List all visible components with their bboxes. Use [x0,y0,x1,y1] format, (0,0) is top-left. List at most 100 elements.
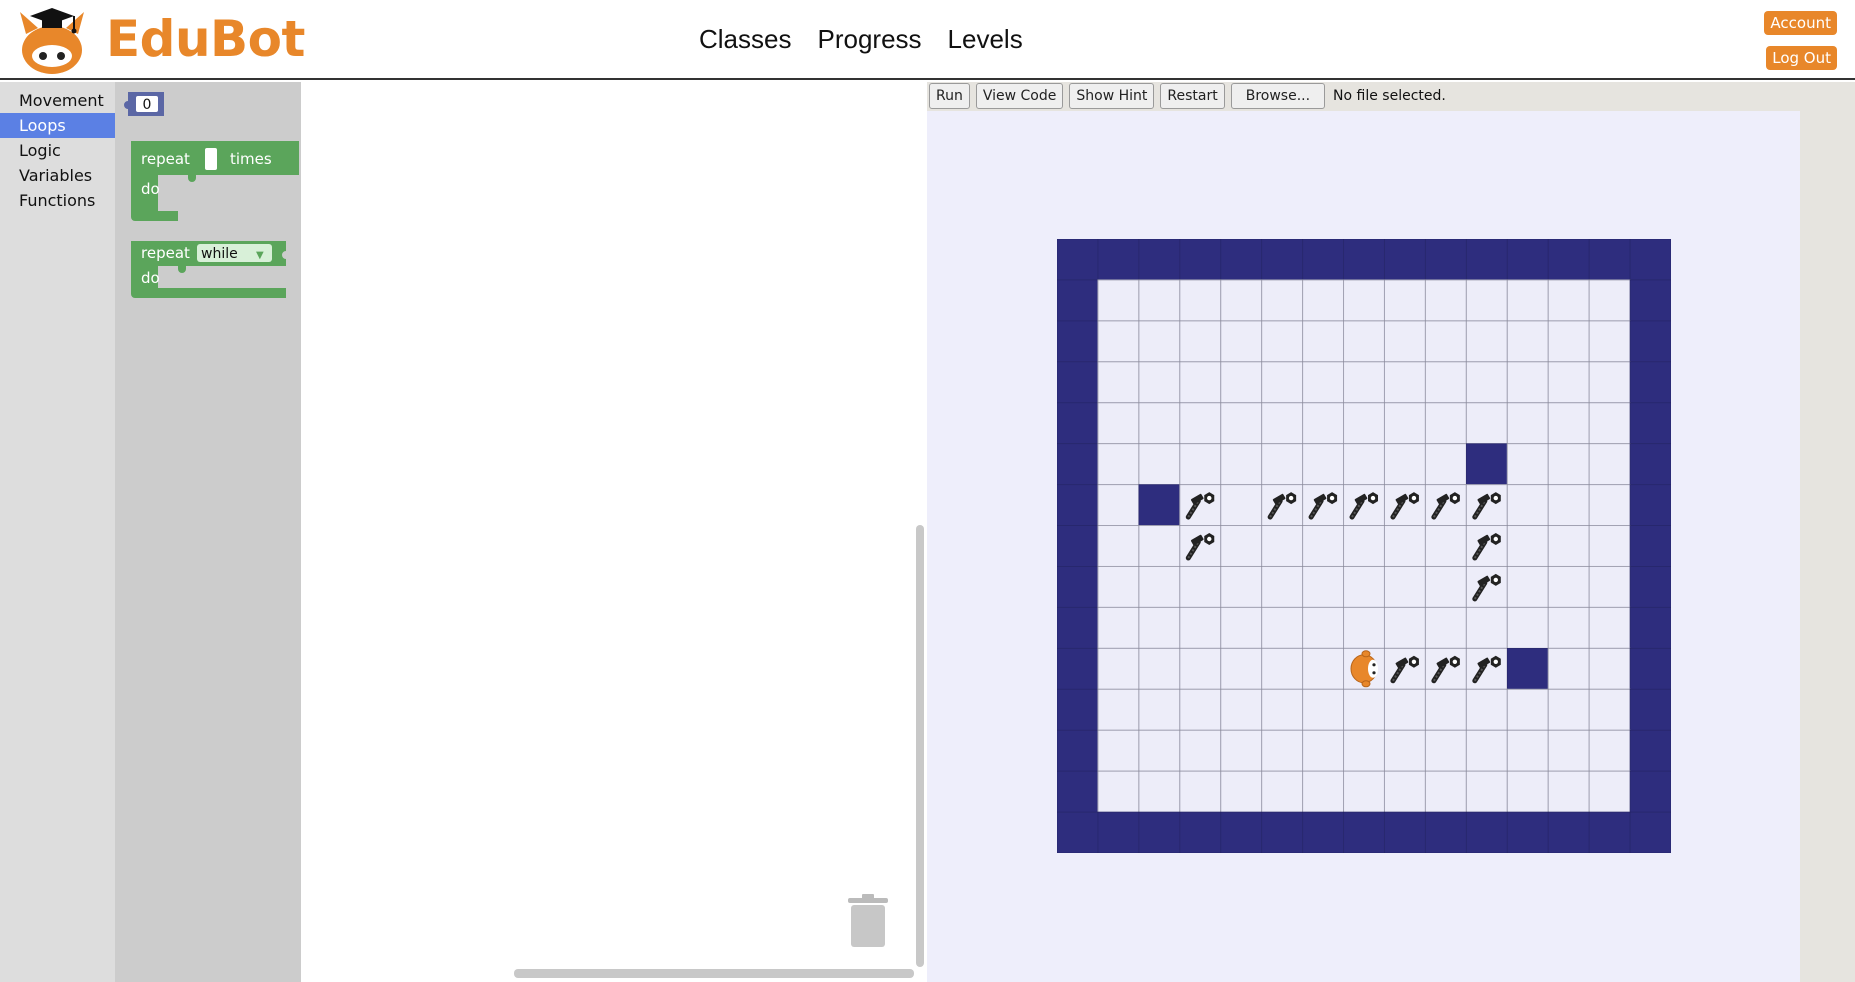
maze-floor-cell [1547,647,1590,690]
maze-wall-cell [1138,811,1181,853]
restart-button[interactable]: Restart [1160,83,1225,109]
show-hint-button[interactable]: Show Hint [1069,83,1155,109]
maze-floor-cell [1097,484,1140,527]
maze-floor-cell [1179,606,1222,649]
maze-floor-cell [1261,279,1304,322]
maze-wall-cell [1138,484,1181,526]
maze-floor-cell [1343,402,1385,445]
maze-floor-cell [1506,729,1549,772]
maze-floor-cell [1179,525,1222,567]
maze-floor-cell [1506,320,1549,363]
maze-floor-cell [1547,402,1590,445]
maze-wall-cell [1629,566,1671,608]
maze-floor-cell [1588,320,1631,363]
browse-button[interactable]: Browse... [1230,83,1326,109]
maze-wall-cell [1097,811,1140,853]
maze-wall-cell [1629,525,1671,567]
category-loops[interactable]: Loops [0,113,115,138]
maze-wall-cell [1629,729,1671,772]
maze-wall-cell [1547,239,1590,281]
maze-floor-cell [1588,770,1631,813]
number-block[interactable]: 0 [124,92,164,116]
run-button[interactable]: Run [929,83,970,109]
maze-floor-cell [1506,770,1549,813]
maze-floor-cell [1179,565,1222,608]
category-movement[interactable]: Movement [0,88,115,113]
maze-wall-cell [1261,239,1303,281]
nav-levels[interactable]: Levels [948,24,1023,55]
maze-floor-cell [1465,770,1508,813]
maze-floor-cell [1465,729,1508,772]
maze-floor-cell [1302,443,1345,486]
account-button[interactable]: Account [1764,11,1837,35]
maze-floor-cell [1547,606,1590,649]
file-status: No file selected. [1333,88,1446,104]
category-logic[interactable]: Logic [0,138,115,163]
maze-floor-cell [1343,729,1385,772]
maze-floor-cell [1383,565,1426,608]
maze-wall-cell [1629,402,1671,444]
maze-floor-cell [1588,484,1631,527]
maze-wall-cell [1057,443,1099,485]
maze-wall-cell [1179,811,1222,853]
trash-icon[interactable] [846,892,890,948]
maze-floor-cell [1547,484,1590,527]
maze-floor-cell [1547,320,1590,363]
maze-wall-cell [1302,239,1344,281]
block-workspace[interactable] [301,82,927,982]
maze-wall-cell [1629,688,1671,731]
maze-floor-cell [1506,565,1549,608]
maze-floor-cell [1547,770,1590,813]
repeat-times-block[interactable]: repeat times do [131,141,299,221]
maze-floor-cell [1097,688,1140,731]
maze-floor-cell [1220,402,1263,445]
maze-floor-cell [1343,525,1385,567]
maze-floor-cell [1547,565,1590,608]
maze-floor-cell [1220,565,1263,608]
maze-floor-cell [1547,525,1590,567]
maze-wall-cell [1384,239,1426,281]
maze-floor-cell [1138,525,1181,567]
category-variables[interactable]: Variables [0,163,115,188]
maze-floor-cell [1097,770,1140,813]
while-mode-label[interactable]: while [201,246,238,262]
view-code-button[interactable]: View Code [975,83,1064,109]
number-block-value[interactable]: 0 [143,97,152,113]
maze-floor-cell [1343,565,1385,608]
maze-floor-cell [1588,279,1631,322]
maze-wall-cell [1425,811,1467,853]
maze-floor-cell [1138,770,1181,813]
maze-wall-cell [1629,239,1671,281]
maze-floor-cell [1465,279,1508,322]
maze-floor-cell [1383,770,1426,813]
maze-wall-cell [1097,239,1140,281]
maze-wall-cell [1057,361,1099,404]
workspace-horizontal-scrollbar[interactable] [514,969,914,978]
logout-button[interactable]: Log Out [1766,46,1837,70]
workspace-vertical-scrollbar[interactable] [916,525,924,967]
flyout-canvas: 0 repeat times do repeat while ▼ do [124,92,299,298]
repeat-while-block[interactable]: repeat while ▼ do [131,241,286,298]
maze-floor-cell [1302,525,1345,567]
nav-classes[interactable]: Classes [699,24,791,55]
category-functions[interactable]: Functions [0,188,115,213]
while-do-keyword: do [141,269,160,287]
maze-floor-cell [1138,279,1181,322]
nav-progress[interactable]: Progress [817,24,921,55]
maze-wall-cell [1629,443,1671,485]
maze-floor-cell [1588,402,1631,445]
maze-floor-cell [1506,484,1549,527]
maze-wall-cell [1629,320,1671,363]
maze-floor-cell [1220,320,1263,363]
maze-floor-cell [1220,443,1263,486]
maze-floor-cell [1588,565,1631,608]
maze-floor-cell [1383,402,1426,445]
maze-wall-cell [1057,770,1099,813]
maze-floor-cell [1506,402,1549,445]
maze-wall-cell [1629,607,1671,649]
repeat-count-slot[interactable] [205,148,217,170]
maze-floor-cell [1424,606,1467,649]
main-nav: Classes Progress Levels [699,24,1023,55]
maze-floor-cell [1261,565,1304,608]
maze-floor-cell [1547,361,1590,404]
